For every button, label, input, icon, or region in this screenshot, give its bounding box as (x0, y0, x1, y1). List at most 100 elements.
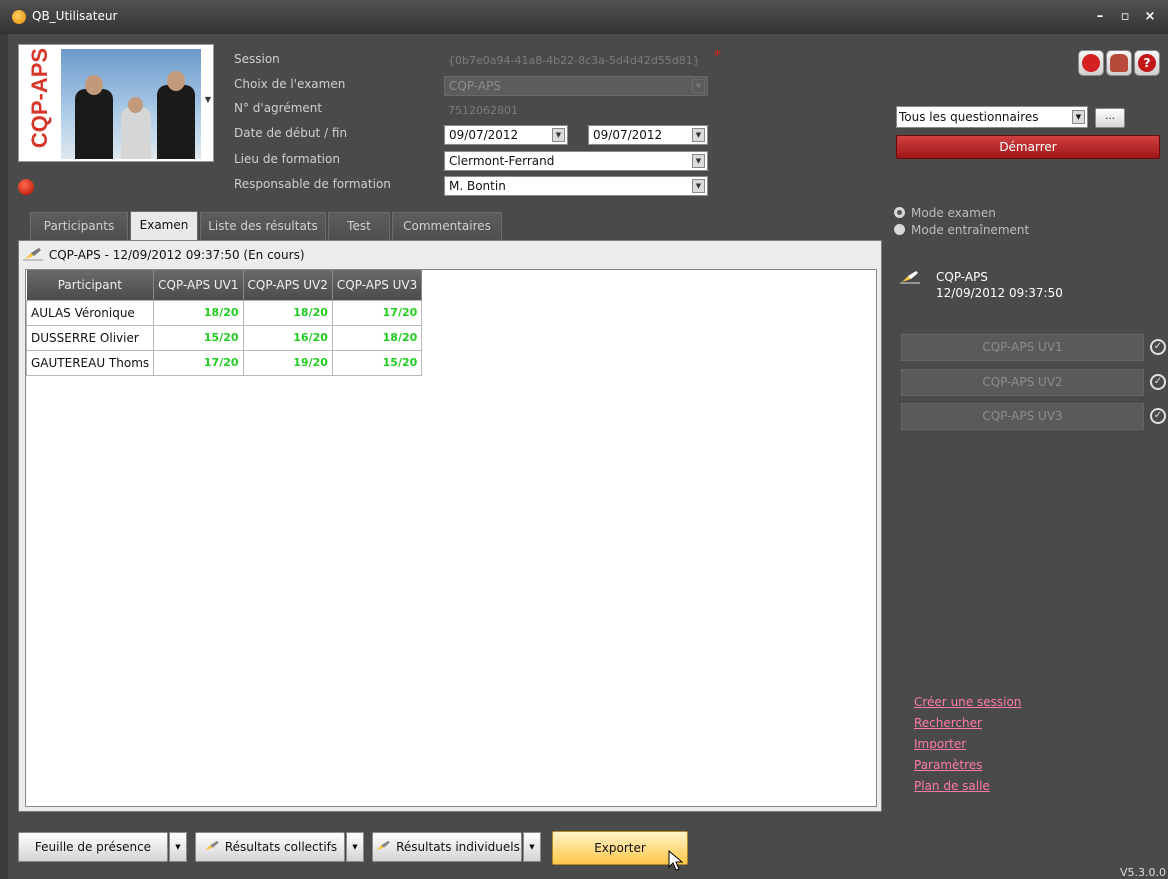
mode-exam-label: Mode examen (911, 206, 996, 220)
date-start-value: 09/07/2012 (449, 128, 519, 142)
tab-comments[interactable]: Commentaires (392, 212, 502, 240)
help-icon[interactable]: ? (1134, 50, 1160, 76)
table-row[interactable]: GAUTEREAU Thoms 17/20 19/20 15/20 (25, 349, 423, 376)
link-room-plan[interactable]: Plan de salle (914, 779, 990, 793)
mouse-cursor-icon (668, 850, 684, 871)
date-end-picker[interactable]: 09/07/2012 ▼ (588, 125, 708, 145)
badge-icon[interactable] (1078, 50, 1104, 76)
pencil-icon (204, 840, 219, 851)
lieu-label: Lieu de formation (234, 152, 340, 166)
score-cell: 18/20 (153, 299, 244, 326)
client-area: CQP-APS ▼ Session {0b7e0a94-41a8-4b22-8c… (8, 34, 1168, 879)
table-row[interactable]: DUSSERRE Olivier 15/20 16/20 18/20 (25, 324, 423, 351)
mode-train-radio[interactable]: Mode entraînement (894, 223, 1029, 237)
score-cell: 15/20 (331, 349, 423, 376)
dates-label: Date de début / fin (234, 126, 348, 140)
tab-participants[interactable]: Participants (30, 212, 128, 240)
pencil-icon (900, 271, 920, 284)
col-uv3[interactable]: CQP-APS UV3 (332, 270, 423, 300)
individual-results-label: Résultats individuels (396, 840, 520, 854)
col-uv2[interactable]: CQP-APS UV2 (243, 270, 333, 300)
close-icon[interactable]: × (1140, 8, 1160, 26)
chevron-down-icon[interactable]: ▼ (205, 95, 211, 104)
lieu-select-value: Clermont-Ferrand (449, 154, 555, 168)
start-button[interactable]: Démarrer (896, 135, 1160, 159)
chevron-down-icon[interactable]: ▼ (169, 832, 187, 862)
exam-logo[interactable]: CQP-APS ▼ (18, 44, 214, 162)
chevron-down-icon[interactable]: ▼ (692, 79, 705, 93)
radio-icon (894, 224, 905, 235)
minimize-icon[interactable]: – (1090, 8, 1110, 26)
window-title: QB_Utilisateur (32, 9, 118, 23)
browse-button[interactable]: ... (1095, 108, 1125, 128)
chevron-down-icon[interactable]: ▼ (692, 154, 705, 168)
status-indicator-icon (18, 179, 34, 195)
chevron-down-icon[interactable]: ▼ (692, 128, 705, 142)
maximize-icon[interactable]: ▫ (1115, 8, 1135, 26)
score-cell: 17/20 (331, 299, 423, 326)
version-label: V5.3.0.0 (1120, 866, 1167, 879)
panel-header: CQP-APS - 12/09/2012 09:37:50 (En cours) (23, 245, 877, 265)
user-icon[interactable] (1106, 50, 1132, 76)
check-icon: ✓ (1150, 408, 1166, 424)
panel-header-text: CQP-APS - 12/09/2012 09:37:50 (En cours) (48, 248, 305, 262)
questionnaire-select[interactable]: Tous les questionnaires ▼ (896, 106, 1088, 128)
tab-examen[interactable]: Examen (130, 211, 198, 241)
lieu-select[interactable]: Clermont-Ferrand ▼ (444, 151, 708, 171)
chevron-down-icon[interactable]: ▼ (552, 128, 565, 142)
exam-panel: CQP-APS - 12/09/2012 09:37:50 (En cours)… (18, 240, 882, 812)
tab-test[interactable]: Test (328, 212, 390, 240)
score-cell: 18/20 (331, 324, 423, 351)
attendance-sheet-button[interactable]: Feuille de présence (18, 832, 168, 862)
questionnaire-value: Tous les questionnaires (899, 110, 1039, 124)
results-grid[interactable]: Participant CQP-APS UV1 CQP-APS UV2 CQP-… (25, 269, 877, 807)
session-value: {0b7e0a94-41a8-4b22-8c3a-5d4d42d55d81} (448, 54, 700, 67)
col-uv1[interactable]: CQP-APS UV1 (153, 270, 244, 300)
link-import[interactable]: Importer (914, 737, 966, 751)
uv2-button[interactable]: CQP-APS UV2 (901, 369, 1144, 396)
exam-info-name: CQP-APS (936, 270, 988, 284)
link-search[interactable]: Rechercher (914, 716, 982, 730)
score-cell: 19/20 (242, 349, 333, 376)
app-icon (12, 10, 26, 24)
tab-results-list[interactable]: Liste des résultats (200, 212, 326, 240)
score-cell: 15/20 (153, 324, 244, 351)
pencil-icon (376, 840, 390, 851)
collective-results-button[interactable]: Résultats collectifs (195, 832, 345, 862)
chevron-down-icon[interactable]: ▼ (346, 832, 364, 862)
exam-select-value: CQP-APS (449, 79, 501, 93)
title-bar: QB_Utilisateur – ▫ × (0, 0, 1168, 34)
col-participant[interactable]: Participant (26, 270, 155, 300)
link-create-session[interactable]: Créer une session (914, 695, 1021, 709)
results-table: Participant CQP-APS UV1 CQP-APS UV2 CQP-… (25, 270, 423, 376)
chevron-down-icon[interactable]: ▼ (1072, 110, 1085, 124)
resp-label: Responsable de formation (234, 177, 391, 191)
chevron-down-icon[interactable]: ▼ (523, 832, 541, 862)
score-cell: 17/20 (153, 349, 244, 376)
agrement-value: 7512062801 (448, 104, 518, 117)
participant-name: AULAS Véronique (25, 299, 155, 326)
uv3-button[interactable]: CQP-APS UV3 (901, 403, 1144, 430)
agrement-label: N° d'agrément (234, 101, 323, 115)
mode-exam-radio[interactable]: Mode examen (894, 206, 996, 220)
resp-select-value: M. Bontin (449, 179, 506, 193)
exam-label: Choix de l'examen (234, 77, 346, 91)
exam-info-date: 12/09/2012 09:37:50 (936, 286, 1063, 300)
session-label: Session (234, 52, 280, 66)
resp-select[interactable]: M. Bontin ▼ (444, 176, 708, 196)
link-settings[interactable]: Paramètres (914, 758, 982, 772)
logo-text: CQP-APS (27, 47, 52, 149)
date-start-picker[interactable]: 09/07/2012 ▼ (444, 125, 568, 145)
participant-name: GAUTEREAU Thoms (25, 349, 155, 376)
table-row[interactable]: AULAS Véronique 18/20 18/20 17/20 (25, 299, 423, 326)
uv1-button[interactable]: CQP-APS UV1 (901, 334, 1144, 361)
date-end-value: 09/07/2012 (593, 128, 663, 142)
participant-name: DUSSERRE Olivier (25, 324, 155, 351)
score-cell: 18/20 (242, 299, 333, 326)
collective-results-label: Résultats collectifs (224, 840, 338, 854)
chevron-down-icon[interactable]: ▼ (692, 179, 705, 193)
individual-results-button[interactable]: Résultats individuels (372, 832, 522, 862)
exam-select[interactable]: CQP-APS ▼ (444, 76, 708, 96)
logo-photo (61, 49, 201, 159)
table-header-row: Participant CQP-APS UV1 CQP-APS UV2 CQP-… (26, 270, 423, 300)
